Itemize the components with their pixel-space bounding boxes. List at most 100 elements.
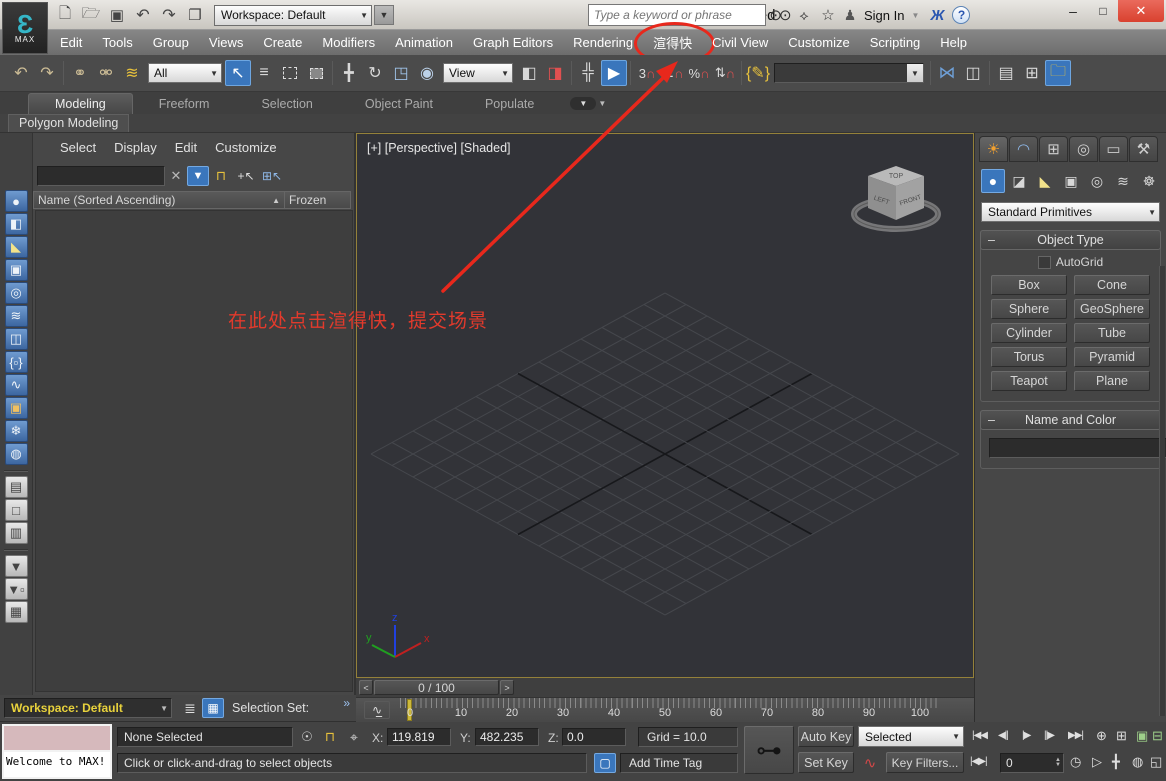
display-geometry-icon[interactable]: ● [5, 190, 28, 212]
add-time-tag-button[interactable]: Add Time Tag [620, 753, 738, 773]
select-and-move-icon[interactable]: ╋ [336, 60, 362, 86]
display-cameras-icon[interactable]: ▣ [5, 259, 28, 281]
modify-tab-icon[interactable]: ◠ [1009, 136, 1038, 162]
bind-to-spacewarp-icon[interactable]: ≋ [119, 60, 145, 86]
spacewarps-category-icon[interactable]: ≋ [1111, 169, 1135, 193]
field-of-view-icon[interactable]: ▷ [1092, 754, 1102, 770]
use-selection-center-icon[interactable]: ◨ [542, 60, 568, 86]
menu-tools[interactable]: Tools [92, 31, 142, 54]
orbit-icon[interactable]: ◍ [1132, 754, 1143, 770]
time-configuration-icon[interactable]: ◷ [1070, 754, 1081, 770]
command-panel-scrollbar[interactable] [1159, 266, 1165, 716]
column-header-name[interactable]: Name (Sorted Ascending) ▲ [33, 191, 285, 209]
explorer-list-area[interactable] [35, 210, 353, 692]
filter-icon[interactable]: ▼ [5, 555, 28, 577]
display-containers-icon[interactable]: ▣ [5, 397, 28, 419]
zoom-all-icon[interactable]: ⊞ [1116, 728, 1127, 744]
mini-listener-text[interactable]: Welcome to MAX! [4, 752, 110, 774]
auto-key-button[interactable]: Auto Key [798, 726, 854, 747]
create-tab-icon[interactable]: ☀ [979, 136, 1008, 162]
ribbon-tab-freeform[interactable]: Freeform [133, 94, 236, 114]
collapse-all-icon[interactable]: □ [5, 499, 28, 521]
cylinder-button[interactable]: Cylinder [991, 323, 1067, 343]
mini-listener-macro-pane[interactable] [4, 726, 110, 752]
menu-group[interactable]: Group [143, 31, 199, 54]
help-icon[interactable]: ? [952, 6, 970, 24]
viewport-label[interactable]: [+] [Perspective] [Shaded] [367, 141, 511, 155]
menu-create[interactable]: Create [253, 31, 312, 54]
explorer-menu-select[interactable]: Select [51, 136, 105, 159]
pick-parent-icon[interactable]: ⊞↖ [259, 169, 285, 183]
select-and-scale-icon[interactable]: ◳ [388, 60, 414, 86]
display-frozen-objects-icon[interactable]: ❄ [5, 420, 28, 442]
menu-animation[interactable]: Animation [385, 31, 463, 54]
object-type-rollout-header[interactable]: – Object Type [980, 230, 1161, 250]
z-coordinate-field[interactable] [562, 728, 626, 746]
new-file-icon[interactable]: 🗋 [52, 2, 78, 28]
go-to-end-icon[interactable]: ▶▶| [1068, 730, 1083, 741]
name-color-rollout-header[interactable]: – Name and Color [980, 410, 1161, 430]
select-link-icon[interactable]: ⚭ [67, 60, 93, 86]
default-in-out-tangents-icon[interactable]: ∿ [858, 752, 882, 773]
favorites-star-icon[interactable]: ☆ [816, 6, 840, 24]
toolbar-overflow-chevron[interactable]: » [343, 696, 350, 710]
sync-selection-icon[interactable]: ▦ [5, 601, 28, 623]
render-setup-icon[interactable]: 🗀 [1045, 60, 1071, 86]
key-mode-dropdown[interactable]: Selected ▼ [858, 726, 964, 747]
close-button[interactable]: ✕ [1118, 0, 1164, 22]
save-file-icon[interactable]: ▣ [104, 2, 130, 28]
redo-icon[interactable]: ↷ [156, 2, 182, 28]
ribbon-tab-object-paint[interactable]: Object Paint [339, 94, 459, 114]
manage-layers-icon[interactable]: ≣ [178, 697, 202, 719]
display-helpers-icon[interactable]: ◎ [5, 282, 28, 304]
pan-hand-icon[interactable]: ╋ [1112, 754, 1120, 770]
toggle-scene-explorer-icon[interactable]: ▦ [202, 698, 224, 718]
display-spacewarps-icon[interactable]: ≋ [5, 305, 28, 327]
ribbon-options-icon[interactable]: ▼ [596, 97, 608, 110]
angle-snap-icon[interactable]: ∠∩ [660, 60, 686, 86]
next-frame-button[interactable]: > [500, 680, 514, 695]
select-by-name-icon[interactable]: ≡ [251, 60, 277, 86]
primitive-category-dropdown[interactable]: Standard Primitives ▼ [981, 202, 1160, 222]
column-header-frozen[interactable]: Frozen [285, 191, 351, 209]
reference-coordinate-dropdown[interactable]: View ▼ [443, 63, 513, 83]
window-crossing-icon[interactable] [303, 60, 329, 86]
menu-render-fast[interactable]: 渲得快 [643, 29, 702, 56]
advanced-filter-icon[interactable]: ▼▫ [5, 578, 28, 600]
menu-graph-editors[interactable]: Graph Editors [463, 31, 563, 54]
y-coordinate-field[interactable] [475, 728, 539, 746]
key-mode-toggle-icon[interactable]: |◀▶| [970, 756, 987, 767]
track-bar[interactable]: ∿̲ 0 10 20 30 40 50 60 70 80 90 100 [356, 698, 974, 724]
teapot-button[interactable]: Teapot [991, 371, 1067, 391]
mirror-icon[interactable]: ⋈ [934, 60, 960, 86]
select-and-place-icon[interactable]: ◉ [414, 60, 440, 86]
cameras-category-icon[interactable]: ▣ [1059, 169, 1083, 193]
spinner-snap-icon[interactable]: ⇅∩ [712, 60, 738, 86]
search-filter-icon[interactable]: ▼ [187, 166, 209, 186]
communication-center-icon[interactable]: ⟡ [792, 7, 816, 24]
display-tab-icon[interactable]: ▭ [1099, 136, 1128, 162]
sphere-button[interactable]: Sphere [991, 299, 1067, 319]
plane-button[interactable]: Plane [1074, 371, 1150, 391]
set-key-button[interactable]: Set Key [798, 752, 854, 773]
ribbon-tab-populate[interactable]: Populate [459, 94, 560, 114]
sign-in-button[interactable]: Sign In [860, 8, 908, 23]
set-keys-button[interactable]: ⊶ [744, 726, 794, 774]
previous-frame-button[interactable]: < [359, 680, 373, 695]
perspective-viewport[interactable]: [+] [Perspective] [Shaded] TOP LEFT FRON… [356, 133, 974, 678]
menu-edit[interactable]: Edit [50, 31, 92, 54]
workspace-dropdown[interactable]: Workspace: Default ▼ [214, 5, 372, 26]
menu-scripting[interactable]: Scripting [860, 31, 931, 54]
selection-filter-dropdown[interactable]: All ▼ [148, 63, 222, 83]
menu-help[interactable]: Help [930, 31, 977, 54]
play-animation-icon[interactable]: |▶ [1022, 730, 1030, 741]
undo-scene-icon[interactable]: ↶ [8, 60, 34, 86]
signin-chevron-icon[interactable]: ▼ [908, 11, 922, 20]
menu-views[interactable]: Views [199, 31, 253, 54]
key-filters-button[interactable]: Key Filters... [886, 752, 964, 773]
next-frame-icon[interactable]: ||▶ [1044, 730, 1054, 741]
search-input[interactable] [588, 4, 766, 26]
display-bones-icon[interactable]: ∿ [5, 374, 28, 396]
menu-rendering[interactable]: Rendering [563, 31, 643, 54]
menu-modifiers[interactable]: Modifiers [312, 31, 385, 54]
